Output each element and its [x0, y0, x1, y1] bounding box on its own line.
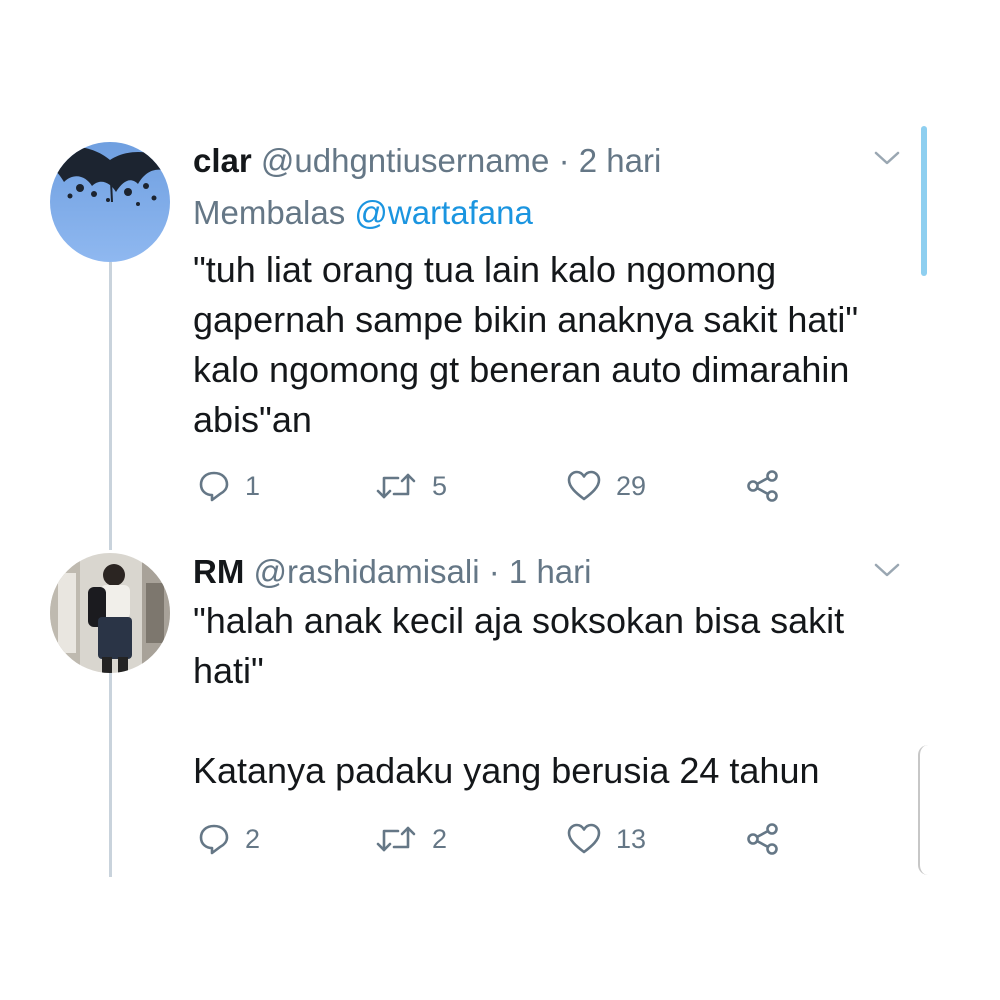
share-button[interactable]	[745, 466, 781, 506]
heart-icon	[567, 470, 601, 501]
conversation-thread: clar @udhgntiusername · 2 hari Membalas …	[0, 0, 1000, 1000]
reply-button[interactable]: 1	[197, 466, 260, 506]
share-icon	[747, 470, 778, 502]
separator-dot: ·	[488, 553, 500, 590]
timestamp[interactable]: 1 hari	[509, 553, 592, 590]
reply-icon	[199, 471, 229, 502]
display-name[interactable]: RM	[193, 553, 244, 590]
tweet-text-line: "halah anak kecil aja soksokan bisa saki…	[193, 600, 845, 641]
retweet-icon	[376, 473, 416, 499]
timestamp[interactable]: 2 hari	[579, 142, 662, 179]
like-count: 29	[616, 470, 647, 501]
like-count: 13	[616, 823, 647, 854]
reply-count: 1	[245, 470, 261, 501]
thread-line	[109, 672, 112, 877]
user-handle[interactable]: @rashidamisali	[254, 553, 480, 590]
retweet-button[interactable]: 2	[374, 819, 447, 859]
chevron-down-icon[interactable]	[872, 560, 902, 580]
tweet-text-line: abis"an	[193, 399, 312, 440]
tweet-text-line: hati"	[193, 650, 264, 691]
reply-count: 2	[245, 823, 261, 854]
reply-button[interactable]: 2	[197, 819, 260, 859]
retweet-count: 5	[432, 470, 448, 501]
scrollbar-track-edge	[918, 745, 930, 875]
reply-mention-link[interactable]: @wartafana	[354, 194, 532, 231]
scrollbar-thumb[interactable]	[921, 126, 927, 276]
user-handle[interactable]: @udhgntiusername	[261, 142, 550, 179]
avatar[interactable]	[50, 553, 170, 673]
tweet-text-line: "tuh liat orang tua lain kalo ngomong	[193, 249, 777, 290]
tree-sky-avatar-icon	[50, 142, 170, 262]
tweet-text-line: Katanya padaku yang berusia 24 tahun	[193, 750, 820, 791]
tweet-header: RM @rashidamisali · 1 hari	[193, 552, 591, 592]
share-icon	[747, 823, 778, 855]
like-button[interactable]: 13	[566, 819, 646, 859]
reply-prefix: Membalas	[193, 194, 346, 231]
separator-dot: ·	[558, 142, 570, 179]
tweet-text: "halah anak kecil aja soksokan bisa saki…	[193, 596, 908, 796]
tweet-text: "tuh liat orang tua lain kalo ngomong ga…	[193, 245, 908, 445]
reply-context: Membalas @wartafana	[193, 193, 533, 233]
thread-line	[109, 262, 112, 550]
tweet-text-line: kalo ngomong gt beneran auto dimarahin	[193, 349, 850, 390]
heart-icon	[567, 823, 601, 854]
share-button[interactable]	[745, 819, 781, 859]
chevron-down-icon[interactable]	[872, 148, 902, 168]
like-button[interactable]: 29	[566, 466, 646, 506]
display-name[interactable]: clar	[193, 142, 252, 179]
retweet-icon	[376, 826, 416, 852]
tweet-text-line	[193, 696, 908, 746]
retweet-count: 2	[432, 823, 448, 854]
tweet-header: clar @udhgntiusername · 2 hari	[193, 141, 661, 181]
retweet-button[interactable]: 5	[374, 466, 447, 506]
person-photo-avatar-icon	[50, 553, 170, 673]
tweet-text-line: gapernah sampe bikin anaknya sakit hati"	[193, 299, 859, 340]
reply-icon	[199, 824, 229, 855]
avatar[interactable]	[50, 142, 170, 262]
